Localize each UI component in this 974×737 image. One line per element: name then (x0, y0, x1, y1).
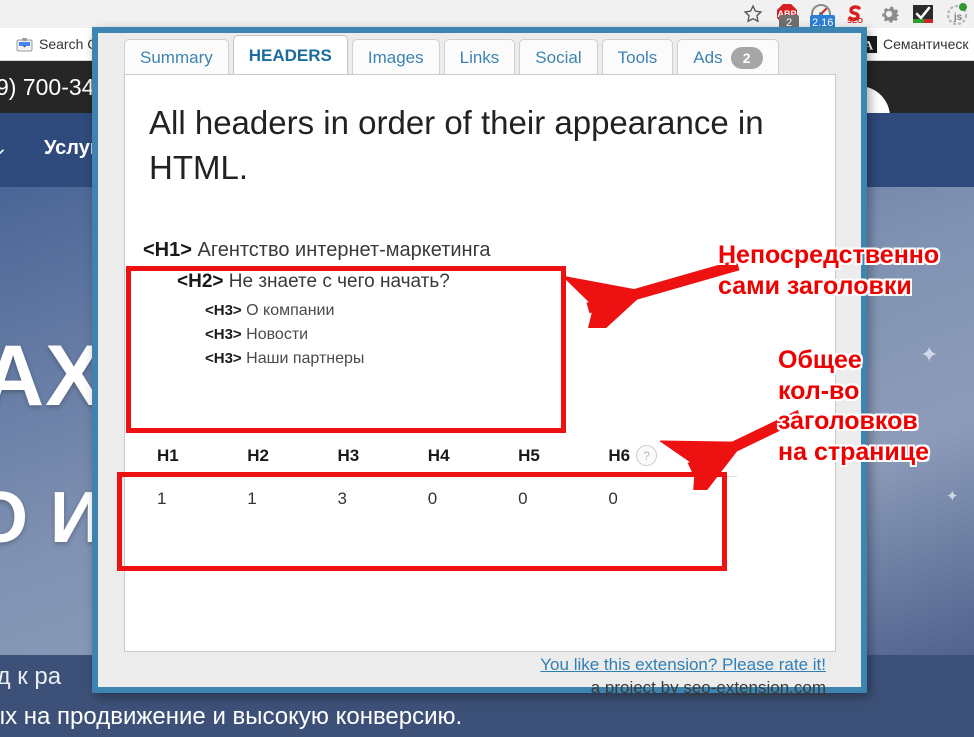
project-site-link[interactable]: seo-extension.com (683, 678, 826, 697)
tab-label: Links (459, 48, 500, 67)
hero-footer-line2: анных на продвижение и высокую конверсию… (0, 703, 463, 730)
nav-item-services[interactable]: Услуг (44, 137, 98, 160)
column-header-h5: H5 (498, 437, 589, 478)
hero-headline-line1: АХ (0, 328, 104, 424)
tab-label: HEADERS (248, 46, 332, 65)
header-tag: <H1> (143, 239, 192, 262)
bookmark-star-icon[interactable] (736, 0, 770, 28)
tab-tools[interactable]: Tools (601, 39, 674, 76)
column-label: H3 (337, 445, 360, 465)
tab-links[interactable]: Links (443, 39, 516, 76)
js-gear-glyph: js (946, 3, 968, 26)
annotation-box-counts (117, 472, 727, 571)
tab-label: Tools (617, 48, 658, 67)
tab-social[interactable]: Social (519, 39, 598, 76)
panel-heading: All headers in order of their appearance… (149, 104, 764, 186)
table-header-row: H1 H2 H3 H4 H5 H6 ? (137, 437, 737, 478)
seo-badge-glyph: SEO (843, 2, 867, 26)
js-toggle-icon[interactable]: js (940, 0, 974, 28)
project-credit-prefix: a project by (590, 678, 684, 697)
column-header-h3: H3 (317, 437, 408, 478)
browser-toolbar: ABP 2 2.16 SEO js (0, 0, 974, 30)
checkmark-icon[interactable] (906, 0, 940, 28)
annotation-headers-themselves: Непосредственно сами заголовки (718, 241, 940, 300)
column-label: H4 (427, 445, 450, 465)
popup-tab-bar: Summary HEADERS Images Links Social Tool… (98, 33, 861, 76)
header-text: Агентство интернет-маркетинга (197, 239, 491, 262)
search-console-favicon (16, 37, 33, 51)
tab-headers[interactable]: HEADERS (232, 35, 348, 76)
check-square-glyph (913, 5, 933, 23)
tab-ads-badge: 2 (730, 47, 763, 69)
tab-label: Images (367, 48, 424, 67)
column-header-h4: H4 (407, 437, 499, 478)
column-label: H6 (608, 445, 631, 465)
annotation-total-count: Общее кол-во заголовков на странице (778, 346, 930, 466)
rate-extension-link[interactable]: You like this extension? Please rate it! (124, 655, 826, 675)
column-header-h2: H2 (227, 437, 318, 478)
star-glyph (743, 4, 763, 23)
gear-glyph (882, 6, 900, 23)
annotation-box-headers (126, 266, 566, 433)
tab-label: Summary (140, 48, 213, 67)
bookmark-semantic[interactable]: A Семантическ (852, 32, 974, 56)
svg-text:SEO: SEO (847, 16, 863, 25)
help-icon[interactable]: ? (636, 445, 658, 467)
column-label: H2 (247, 445, 269, 465)
bookmark-label: Search C (39, 36, 98, 52)
bookmark-search-console[interactable]: Search C (8, 32, 105, 56)
tab-images[interactable]: Images (351, 39, 440, 76)
tab-label: Ads (693, 48, 723, 67)
svg-text:js: js (953, 12, 963, 23)
column-label: H5 (518, 445, 540, 465)
tab-ads[interactable]: Ads 2 (677, 39, 779, 76)
hero-footer-line1: дход к ра (0, 663, 62, 690)
page-speed-icon[interactable]: 2.16 (804, 0, 838, 30)
tab-label: Social (535, 48, 582, 67)
column-label: H1 (157, 445, 179, 465)
column-header-h1: H1 (137, 437, 228, 478)
column-header-h6: H6 ? (588, 437, 737, 478)
header-item: <H1> Агентство интернет-маркетинга (143, 240, 817, 260)
bookmark-label: Семантическ (883, 36, 969, 52)
chevron-down-icon[interactable]: ⌄ (0, 137, 8, 160)
browser-extension-icons: ABP 2 2.16 SEO js (736, 0, 974, 30)
adblock-plus-icon[interactable]: ABP 2 (770, 0, 804, 30)
project-credit: a project by seo-extension.com (124, 678, 826, 698)
sparkle-icon: ✦ (946, 488, 959, 505)
popup-footer: You like this extension? Please rate it!… (124, 655, 836, 698)
seo-extension-icon[interactable]: SEO (838, 0, 872, 28)
settings-gear-icon[interactable] (872, 0, 906, 28)
tab-summary[interactable]: Summary (124, 39, 229, 76)
